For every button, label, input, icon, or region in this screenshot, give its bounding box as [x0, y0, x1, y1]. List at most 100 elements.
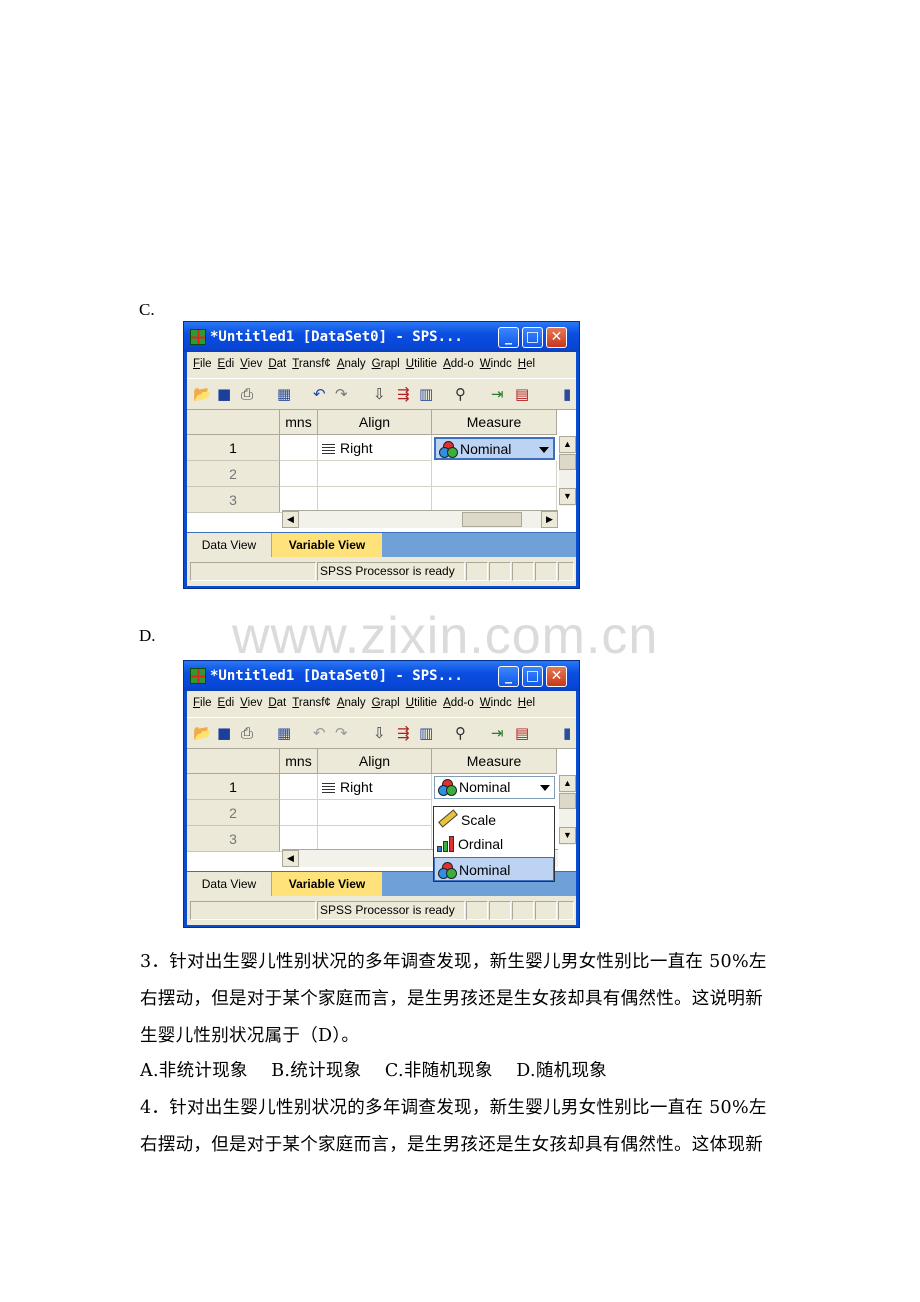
measure-dropdown[interactable]: Nominal — [434, 437, 555, 460]
open-folder-icon[interactable]: 📂 — [193, 724, 212, 742]
vertical-scroll-thumb[interactable] — [559, 793, 576, 809]
tab-data-view[interactable]: Data View — [187, 533, 272, 557]
save-icon[interactable]: ■ — [217, 724, 231, 742]
dialog-recall-icon[interactable]: ▦ — [277, 724, 291, 742]
cell-columns-2[interactable] — [280, 461, 318, 487]
column-header-measure[interactable]: Measure — [432, 749, 557, 774]
menu-window[interactable]: Windc — [480, 358, 512, 370]
undo-icon[interactable]: ↶ — [313, 385, 326, 403]
insert-cases-icon[interactable]: ⇥ — [491, 724, 504, 742]
vertical-scrollbar[interactable]: ▲ ▼ — [559, 775, 576, 845]
minimize-button[interactable]: _ — [498, 327, 519, 348]
menu-addons[interactable]: Add-o — [443, 358, 474, 370]
variables-icon[interactable]: ▥ — [419, 724, 433, 742]
scroll-up-icon[interactable]: ▲ — [559, 775, 576, 792]
vertical-scroll-thumb[interactable] — [559, 454, 576, 470]
cell-columns-1[interactable] — [280, 435, 318, 461]
split-file-icon[interactable]: ▮ — [563, 724, 571, 742]
tab-variable-view[interactable]: Variable View — [272, 872, 382, 896]
tab-variable-view[interactable]: Variable View — [272, 533, 382, 557]
maximize-button[interactable]: □ — [522, 327, 543, 348]
column-header-columns[interactable]: mns — [280, 749, 318, 774]
redo-icon[interactable]: ↷ — [335, 724, 348, 742]
scroll-left-icon[interactable]: ◀ — [282, 511, 299, 528]
cell-align-2[interactable] — [318, 461, 432, 487]
cell-measure-2[interactable] — [432, 461, 557, 487]
scroll-down-icon[interactable]: ▼ — [559, 488, 576, 505]
goto-case-icon[interactable]: ⇩ — [373, 385, 386, 403]
insert-variable-icon[interactable]: ▤ — [515, 724, 529, 742]
cell-columns-2[interactable] — [280, 800, 318, 826]
menu-view[interactable]: Viev — [240, 697, 262, 709]
close-button[interactable]: ✕ — [546, 327, 567, 348]
menu-transform[interactable]: Transf¢ — [292, 697, 331, 709]
scroll-down-icon[interactable]: ▼ — [559, 827, 576, 844]
save-icon[interactable]: ■ — [217, 385, 231, 403]
dropdown-arrow-icon[interactable] — [539, 447, 549, 453]
variables-icon[interactable]: ▥ — [419, 385, 433, 403]
cell-align-1[interactable]: Right — [318, 774, 432, 800]
column-header-align[interactable]: Align — [318, 410, 432, 435]
open-folder-icon[interactable]: 📂 — [193, 385, 212, 403]
row-header-1[interactable]: 1 — [187, 435, 280, 461]
print-icon[interactable]: ⎙ — [241, 385, 253, 403]
menu-analyze[interactable]: Analy — [337, 358, 366, 370]
cell-columns-1[interactable] — [280, 774, 318, 800]
menu-utilities[interactable]: Utilitie — [406, 697, 437, 709]
tab-data-view[interactable]: Data View — [187, 872, 272, 896]
horizontal-scrollbar[interactable]: ◀ ▶ — [282, 510, 558, 528]
scroll-right-icon[interactable]: ▶ — [541, 511, 558, 528]
menu-edit[interactable]: Edi — [218, 358, 235, 370]
option-nominal[interactable]: Nominal — [434, 857, 554, 881]
redo-icon[interactable]: ↷ — [335, 385, 348, 403]
insert-variable-icon[interactable]: ▤ — [515, 385, 529, 403]
undo-icon[interactable]: ↶ — [313, 724, 326, 742]
minimize-button[interactable]: _ — [498, 666, 519, 687]
column-header-measure[interactable]: Measure — [432, 410, 557, 435]
row-header-2[interactable]: 2 — [187, 461, 280, 487]
row-header-3[interactable]: 3 — [187, 487, 280, 513]
menu-graphs[interactable]: Grapl — [372, 358, 400, 370]
scroll-up-icon[interactable]: ▲ — [559, 436, 576, 453]
menu-window[interactable]: Windc — [480, 697, 512, 709]
dropdown-arrow-icon[interactable] — [540, 785, 550, 791]
menu-view[interactable]: Viev — [240, 358, 262, 370]
menu-data[interactable]: Dat — [268, 697, 286, 709]
cell-align-2[interactable] — [318, 800, 432, 826]
menu-file[interactable]: File — [193, 358, 212, 370]
horizontal-scroll-thumb[interactable] — [462, 512, 522, 527]
menu-graphs[interactable]: Grapl — [372, 697, 400, 709]
menu-help[interactable]: Hel — [518, 697, 535, 709]
row-header-1[interactable]: 1 — [187, 774, 280, 800]
menu-file[interactable]: File — [193, 697, 212, 709]
title-bar[interactable]: *Untitled1 [DataSet0] - SPS... _ □ ✕ — [184, 661, 579, 691]
column-header-columns[interactable]: mns — [280, 410, 318, 435]
title-bar[interactable]: *Untitled1 [DataSet0] - SPS... _ □ ✕ — [184, 322, 579, 352]
column-header-align[interactable]: Align — [318, 749, 432, 774]
menu-transform[interactable]: Transf¢ — [292, 358, 331, 370]
row-header-3[interactable]: 3 — [187, 826, 280, 852]
menu-help[interactable]: Hel — [518, 358, 535, 370]
split-file-icon[interactable]: ▮ — [563, 385, 571, 403]
goto-variable-icon[interactable]: ⇶ — [397, 724, 410, 742]
print-icon[interactable]: ⎙ — [241, 724, 253, 742]
menu-data[interactable]: Dat — [268, 358, 286, 370]
menu-utilities[interactable]: Utilitie — [406, 358, 437, 370]
close-button[interactable]: ✕ — [546, 666, 567, 687]
goto-case-icon[interactable]: ⇩ — [373, 724, 386, 742]
scroll-left-icon[interactable]: ◀ — [282, 850, 299, 867]
option-scale[interactable]: Scale — [434, 808, 554, 832]
option-ordinal[interactable]: Ordinal — [434, 832, 554, 856]
insert-cases-icon[interactable]: ⇥ — [491, 385, 504, 403]
find-binoculars-icon[interactable]: ⚲ — [455, 385, 466, 403]
menu-addons[interactable]: Add-o — [443, 697, 474, 709]
cell-align-1[interactable]: Right — [318, 435, 432, 461]
goto-variable-icon[interactable]: ⇶ — [397, 385, 410, 403]
maximize-button[interactable]: □ — [522, 666, 543, 687]
menu-analyze[interactable]: Analy — [337, 697, 366, 709]
find-binoculars-icon[interactable]: ⚲ — [455, 724, 466, 742]
row-header-2[interactable]: 2 — [187, 800, 280, 826]
dialog-recall-icon[interactable]: ▦ — [277, 385, 291, 403]
vertical-scrollbar[interactable]: ▲ ▼ — [559, 436, 576, 506]
menu-edit[interactable]: Edi — [218, 697, 235, 709]
